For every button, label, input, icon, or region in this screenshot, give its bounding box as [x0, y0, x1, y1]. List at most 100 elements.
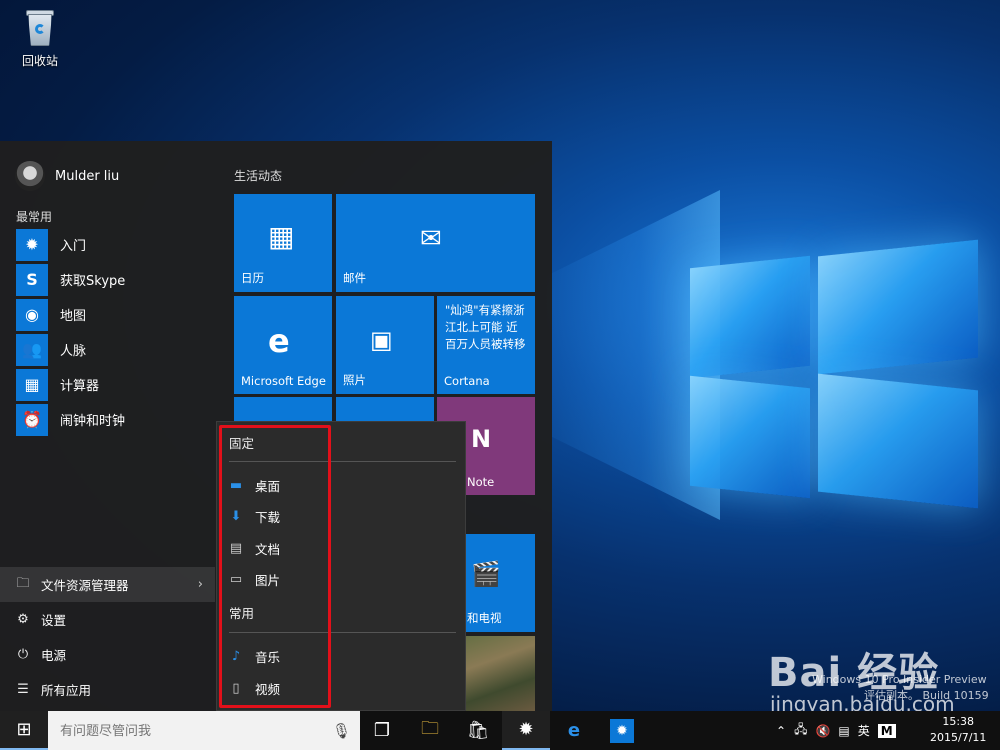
- tile-label: 照片: [343, 373, 366, 387]
- app-item-skype[interactable]: S 获取Skype: [16, 262, 206, 297]
- file-explorer-taskbar-button[interactable]: 🗀: [406, 711, 454, 750]
- music-icon: ♪: [231, 648, 241, 664]
- action-center-icon[interactable]: ▤: [838, 724, 849, 738]
- tile-label: 邮件: [343, 271, 366, 285]
- wallpaper-windows-logo: [690, 239, 980, 509]
- lightbulb-icon: ✹: [518, 719, 534, 740]
- jump-label: 下载: [255, 509, 281, 525]
- network-icon[interactable]: 🖧: [794, 720, 807, 741]
- app-label: 地图: [60, 309, 87, 324]
- power-label: 电源: [41, 648, 67, 663]
- skype-icon: S: [16, 263, 48, 296]
- store-taskbar-button[interactable]: 🛍: [454, 711, 502, 750]
- start-button[interactable]: ⊞: [0, 711, 48, 750]
- jump-item-pictures[interactable]: ▭ 图片: [229, 567, 280, 591]
- tile-calendar[interactable]: ▦ 日历: [234, 194, 332, 292]
- jump-item-desktop[interactable]: ▬ 桌面: [229, 473, 280, 497]
- lightbulb-icon: ✹: [16, 228, 48, 261]
- ime-language[interactable]: 英: [858, 722, 870, 739]
- clapperboard-icon: 🎬: [471, 560, 501, 588]
- folder-icon: 🗀: [16, 575, 30, 591]
- tile-label: Cortana: [444, 374, 490, 388]
- file-explorer-jump-list: 固定 ▬ 桌面 ⬇ 下载 ▤ 文档 ▭ 图片 常用 ♪ 音乐 ▯ 视频: [216, 421, 466, 711]
- recycle-bin-label: 回收站: [21, 54, 58, 68]
- pictures-icon: ▭: [229, 571, 243, 587]
- jump-label: 音乐: [255, 649, 281, 665]
- edge-icon: e: [567, 720, 581, 741]
- app-item-calculator[interactable]: ▦ 计算器: [16, 367, 206, 402]
- jump-label: 文档: [255, 541, 281, 557]
- alarm-clock-icon: ⏰: [16, 403, 48, 436]
- jump-item-downloads[interactable]: ⬇ 下载: [229, 504, 280, 528]
- system-tray: ⌃ 🖧 🔇 ▤ 英 M: [776, 711, 896, 750]
- edge-taskbar-button[interactable]: e: [550, 711, 598, 750]
- list-icon: ☰: [17, 682, 29, 697]
- all-apps-label: 所有应用: [41, 683, 92, 698]
- app-item-maps[interactable]: ◉ 地图: [16, 297, 206, 332]
- app-label: 闹钟和时钟: [60, 414, 126, 429]
- pinned-title: 固定: [229, 436, 255, 451]
- tile-cortana[interactable]: "灿鸿"有紧擦浙江北上可能 近百万人员被转移 Cortana: [437, 296, 535, 394]
- people-icon: 👥: [16, 333, 48, 366]
- avatar: [15, 161, 45, 191]
- tile-photos[interactable]: ▣ 照片: [336, 296, 434, 394]
- power-item[interactable]: ⏻ 电源: [15, 637, 215, 672]
- frequent-title: 常用: [229, 606, 255, 621]
- search-input[interactable]: [48, 711, 360, 750]
- settings-item[interactable]: ⚙ 设置: [15, 602, 215, 637]
- store-icon: 🛍: [466, 720, 490, 741]
- jump-item-documents[interactable]: ▤ 文档: [229, 536, 280, 560]
- build-line-1: Windows 10 Pro Insider Preview: [812, 673, 987, 686]
- download-icon: ⬇: [230, 508, 242, 524]
- onenote-icon: N: [471, 425, 492, 453]
- windows-icon: ⊞: [16, 719, 32, 740]
- most-used-title: 最常用: [16, 210, 53, 224]
- user-account[interactable]: Mulder liu: [15, 161, 119, 191]
- calendar-icon: ▦: [268, 220, 295, 253]
- gear-icon: ⚙: [17, 612, 29, 627]
- divider: [229, 632, 456, 633]
- calculator-icon: ▦: [16, 368, 48, 401]
- app-item-alarms[interactable]: ⏰ 闹钟和时钟: [16, 402, 206, 437]
- chevron-up-icon[interactable]: ⌃: [776, 724, 786, 738]
- tile-label: 日历: [241, 271, 264, 285]
- file-explorer-label: 文件资源管理器: [41, 578, 129, 593]
- lightbulb-icon: ✹: [610, 718, 634, 743]
- desktop-folder-icon: ▬: [229, 477, 243, 493]
- all-apps-item[interactable]: ☰ 所有应用: [15, 672, 215, 707]
- divider: [229, 461, 456, 462]
- ime-mode[interactable]: M: [877, 723, 896, 738]
- clock-date: 2015/7/11: [930, 731, 987, 744]
- clock[interactable]: 15:38 2015/7/11: [930, 714, 986, 746]
- jump-label: 图片: [255, 572, 281, 588]
- app-item-getting-started[interactable]: ✹ 入门: [16, 227, 206, 262]
- volume-muted-icon[interactable]: 🔇: [815, 724, 830, 738]
- app-item-people[interactable]: 👥 人脉: [16, 332, 206, 367]
- app-label: 计算器: [60, 379, 100, 394]
- tile-edge[interactable]: e Microsoft Edge: [234, 296, 332, 394]
- tiles-group-title: 生活动态: [234, 169, 283, 183]
- cortana-news-text: "灿鸿"有紧擦浙江北上可能 近百万人员被转移: [445, 303, 526, 351]
- task-view-button[interactable]: ❐: [358, 711, 406, 750]
- power-icon: ⏻: [17, 647, 29, 662]
- tile-label: Note: [467, 475, 495, 489]
- tips-taskbar-button[interactable]: ✹: [598, 711, 646, 750]
- user-name: Mulder liu: [55, 168, 120, 184]
- clock-time: 15:38: [942, 715, 975, 728]
- recycle-bin-icon: [24, 8, 56, 46]
- jump-label: 桌面: [255, 478, 281, 494]
- getting-started-taskbar-button[interactable]: ✹: [502, 711, 550, 750]
- photo-icon: ▣: [370, 326, 393, 354]
- jump-item-music[interactable]: ♪ 音乐: [229, 644, 280, 668]
- mail-icon: ✉: [420, 224, 442, 254]
- recycle-bin-shortcut[interactable]: 回收站: [12, 8, 68, 69]
- microphone-icon[interactable]: 🎙: [332, 711, 351, 750]
- document-icon: ▤: [229, 540, 243, 556]
- edge-icon: e: [268, 322, 290, 360]
- chevron-right-icon[interactable]: ›: [198, 577, 203, 592]
- file-explorer-item[interactable]: 🗀 文件资源管理器 ›: [0, 567, 215, 602]
- tile-mail[interactable]: ✉ 邮件: [336, 194, 535, 292]
- task-view-icon: ❐: [373, 720, 391, 741]
- app-label: 人脉: [60, 344, 87, 359]
- jump-item-videos[interactable]: ▯ 视频: [229, 676, 280, 700]
